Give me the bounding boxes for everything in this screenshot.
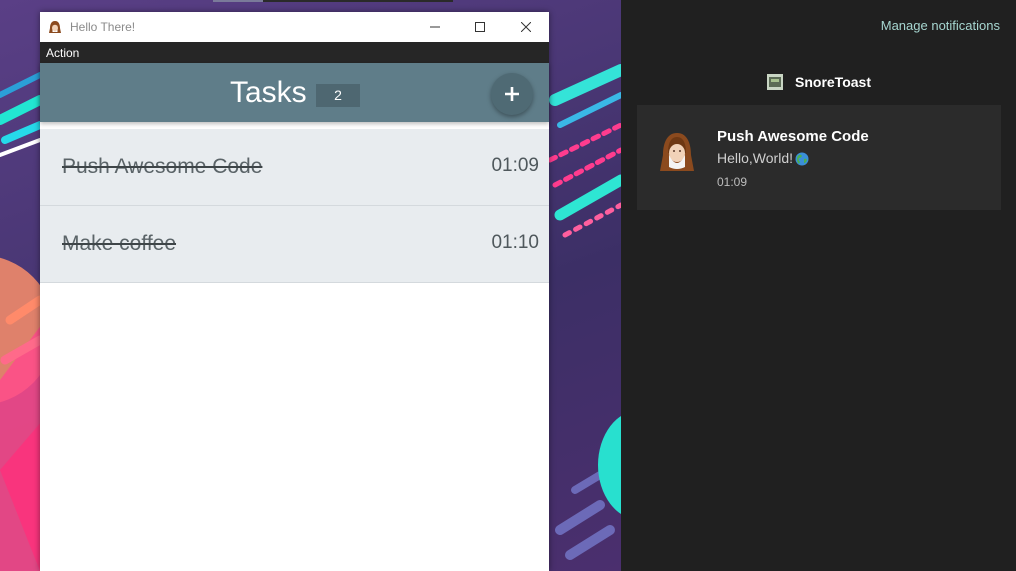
task-list: Push Awesome Code 01:09 Make coffee 01:1… (40, 129, 549, 283)
app-window: Hello There! Action Tasks 2 Push Awesome… (40, 12, 549, 571)
snoretoast-app-icon (767, 74, 783, 90)
task-name: Make coffee (62, 232, 177, 255)
close-icon (521, 22, 531, 32)
toast-body: Hello,World! (717, 150, 809, 166)
window-title: Hello There! (70, 20, 136, 34)
page-title: Tasks (230, 76, 307, 109)
task-row[interactable]: Make coffee 01:10 (40, 206, 549, 283)
action-center: Manage notifications SnoreToast Push Awe… (621, 0, 1016, 571)
task-time: 01:10 (491, 232, 539, 253)
globe-icon (795, 151, 809, 166)
toast-notification[interactable]: Push Awesome Code Hello,World! 01:09 (637, 105, 1001, 210)
task-count-badge: 2 (316, 84, 360, 107)
add-task-button[interactable] (491, 73, 533, 115)
maximize-icon (475, 22, 485, 32)
tasks-header: Tasks 2 (40, 63, 549, 122)
task-time: 01:09 (491, 155, 539, 176)
plus-icon (505, 87, 519, 101)
notification-group-header: SnoreToast (767, 74, 871, 90)
task-name: Push Awesome Code (62, 155, 263, 178)
maximize-button[interactable] (457, 12, 503, 42)
minimize-icon (430, 26, 440, 28)
title-bar[interactable]: Hello There! (40, 12, 549, 42)
manage-notifications-link[interactable]: Manage notifications (881, 18, 1000, 33)
minimize-button[interactable] (412, 12, 458, 42)
toast-body-text: Hello,World! (717, 150, 793, 166)
notification-group-name: SnoreToast (795, 74, 871, 90)
task-row[interactable]: Push Awesome Code 01:09 (40, 129, 549, 206)
close-button[interactable] (503, 12, 549, 42)
toast-title: Push Awesome Code (717, 128, 869, 145)
menu-item-action[interactable]: Action (46, 46, 79, 60)
menu-bar: Action (40, 42, 549, 63)
toast-time: 01:09 (717, 175, 748, 189)
hooded-avatar-icon (40, 12, 70, 42)
hooded-avatar-icon (657, 131, 697, 173)
